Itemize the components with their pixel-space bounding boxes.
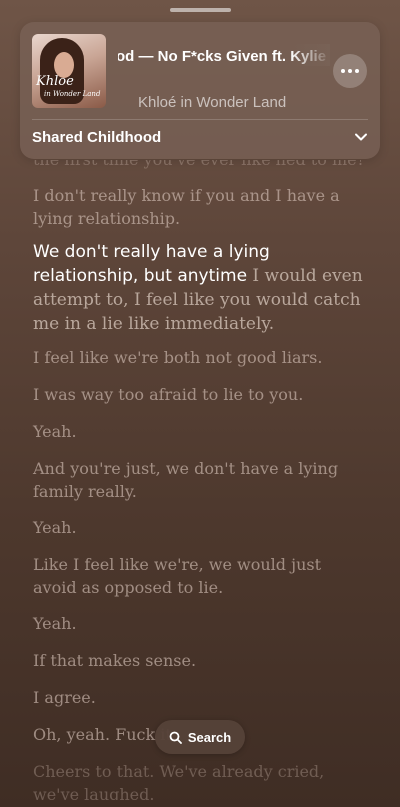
lyric-line-active[interactable]: We don't really have a lying relationshi… [33,240,368,336]
section-title[interactable]: Shared Childhood [32,129,312,146]
lyric-line[interactable]: the first time you've ever like lied to … [33,160,368,171]
lyric-line[interactable]: Yeah. [33,612,368,635]
more-dot [348,69,352,73]
lyric-sung-text: We don't really have a lying relationshi… [33,242,270,286]
lyric-line[interactable]: I feel like we're both not good liars. [33,346,368,369]
search-button[interactable]: Search [155,720,245,754]
now-playing-card: Khloe in Wonder Land od — No F*cks Given… [20,22,380,159]
album-artwork[interactable]: Khloe in Wonder Land [32,34,106,108]
track-artist[interactable]: Khloé in Wonder Land [138,94,348,111]
lyric-line[interactable]: Yeah. [33,516,368,539]
lyric-line[interactable]: I agree. [33,686,368,709]
artwork-subtitle: in Wonder Land [44,90,101,98]
lyric-line[interactable]: I don't really know if you and I have a … [33,184,368,230]
lyric-line[interactable]: Yeah. [33,420,368,443]
card-divider [32,119,368,120]
lyric-line[interactable]: I was way too afraid to lie to you. [33,383,368,406]
sheet-grabber[interactable] [170,8,231,12]
more-dot [341,69,345,73]
chevron-down-icon[interactable] [354,130,368,144]
lyric-line[interactable]: And you're just, we don't have a lying f… [33,457,368,503]
artwork-title: Khloe [36,74,74,89]
more-options-button[interactable] [333,54,367,88]
lyric-line[interactable]: Cheers to that. We've already cried, we'… [33,760,368,800]
search-label: Search [187,729,232,745]
more-dot [355,69,359,73]
lyric-line[interactable]: Like I feel like we're, we would just av… [33,553,368,599]
search-icon [169,731,182,744]
lyric-line[interactable]: If that makes sense. [33,649,368,672]
